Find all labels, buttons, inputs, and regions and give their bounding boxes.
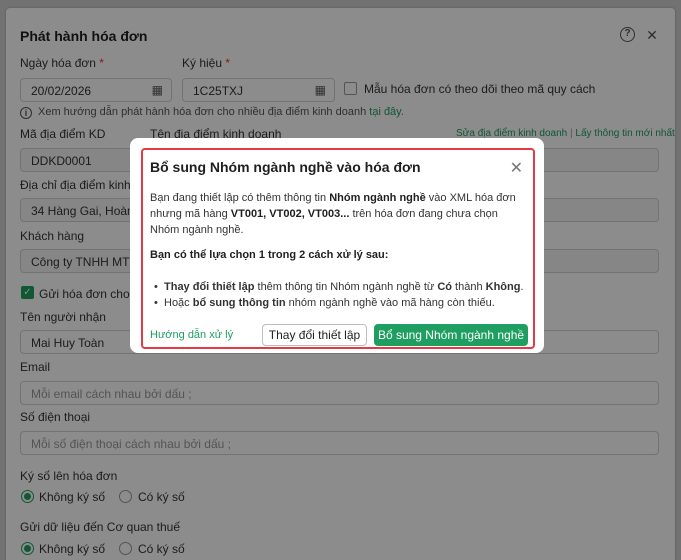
- modal-options-list: Thay đổi thiết lập thêm thông tin Nhóm n…: [150, 279, 524, 311]
- modal-title: Bổ sung Nhóm ngành nghề vào hóa đơn: [150, 159, 421, 175]
- modal-message: Bạn đang thiết lập có thêm thông tin Nhó…: [150, 192, 516, 236]
- option-change-settings: Thay đổi thiết lập thêm thông tin Nhóm n…: [150, 279, 524, 295]
- close-icon[interactable]: ✕: [510, 158, 523, 178]
- guide-link[interactable]: Hướng dẫn xử lý: [150, 329, 233, 341]
- add-industry-group-button[interactable]: Bổ sung Nhóm ngành nghề: [374, 324, 528, 346]
- modal-options-heading: Bạn có thể lựa chọn 1 trong 2 cách xử lý…: [150, 249, 389, 261]
- modal-alert-box: Bổ sung Nhóm ngành nghề vào hóa đơn ✕ Bạ…: [141, 148, 535, 349]
- change-settings-button[interactable]: Thay đổi thiết lập: [262, 324, 367, 346]
- industry-group-modal: Bổ sung Nhóm ngành nghề vào hóa đơn ✕ Bạ…: [130, 138, 544, 353]
- option-add-info: Hoặc bổ sung thông tin nhóm ngành nghề v…: [150, 295, 524, 311]
